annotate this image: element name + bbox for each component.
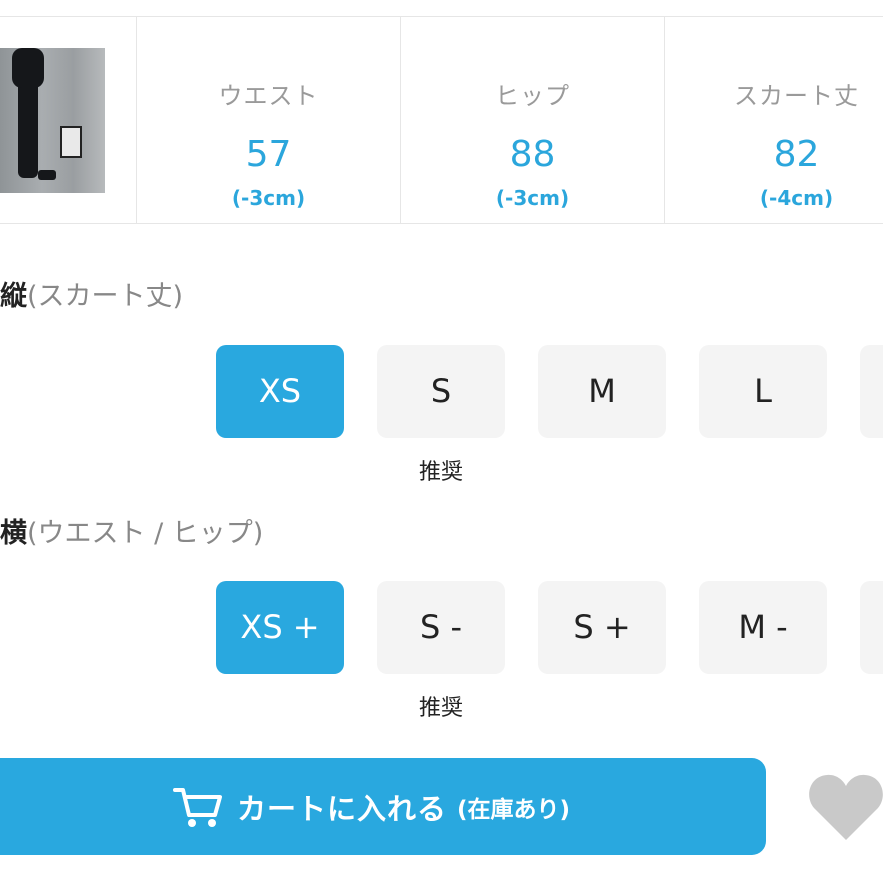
- size-horizontal-m-minus[interactable]: M -: [699, 581, 827, 674]
- measure-diff: (-3cm): [495, 186, 570, 210]
- add-to-cart-label: カートに入れる: [237, 791, 448, 826]
- size-horizontal-next[interactable]: [860, 581, 883, 674]
- cart-icon: [173, 787, 222, 827]
- stock-status: (在庫あり): [457, 796, 571, 823]
- measure-diff: (-4cm): [759, 186, 834, 210]
- measure-diff: (-3cm): [231, 186, 306, 210]
- measure-label: ウエスト: [218, 82, 319, 110]
- vertical-title-rest: (スカート丈): [27, 281, 184, 312]
- measure-waist: ウエスト 57 (-3cm): [137, 16, 400, 223]
- measure-value: 88: [509, 134, 556, 175]
- add-to-cart-button[interactable]: カートに入れる (在庫あり): [0, 758, 766, 855]
- bag: [60, 126, 82, 158]
- vertical-section-title: 縦(スカート丈): [0, 274, 183, 313]
- size-vertical-l[interactable]: L: [699, 345, 827, 438]
- measure-value: 82: [773, 134, 820, 175]
- measure-skirt-length: スカート丈 82 (-4cm): [665, 16, 883, 223]
- measure-value: 57: [245, 134, 292, 175]
- size-horizontal-xs-plus[interactable]: XS +: [216, 581, 344, 674]
- measure-hip: ヒップ 88 (-3cm): [401, 16, 664, 223]
- recommended-label: 推奨: [418, 460, 463, 485]
- measure-label: スカート丈: [734, 82, 859, 110]
- size-vertical-next[interactable]: [860, 345, 883, 438]
- size-horizontal-s-minus[interactable]: S -: [377, 581, 505, 674]
- vertical-title-bold: 縦: [0, 281, 27, 312]
- horizontal-title-rest: (ウエスト / ヒップ): [27, 518, 264, 549]
- measure-label: ヒップ: [495, 82, 570, 110]
- recommended-label: 推奨: [418, 696, 463, 721]
- horizontal-title-bold: 横: [0, 518, 27, 549]
- size-horizontal-s-plus[interactable]: S +: [538, 581, 666, 674]
- heart-icon[interactable]: [808, 772, 883, 842]
- panel-bottom-divider: [0, 223, 883, 224]
- size-vertical-s[interactable]: S: [377, 345, 505, 438]
- horizontal-section-title: 横(ウエスト / ヒップ): [0, 511, 263, 550]
- product-thumbnail[interactable]: [0, 48, 105, 193]
- size-vertical-xs[interactable]: XS: [216, 345, 344, 438]
- size-vertical-m[interactable]: M: [538, 345, 666, 438]
